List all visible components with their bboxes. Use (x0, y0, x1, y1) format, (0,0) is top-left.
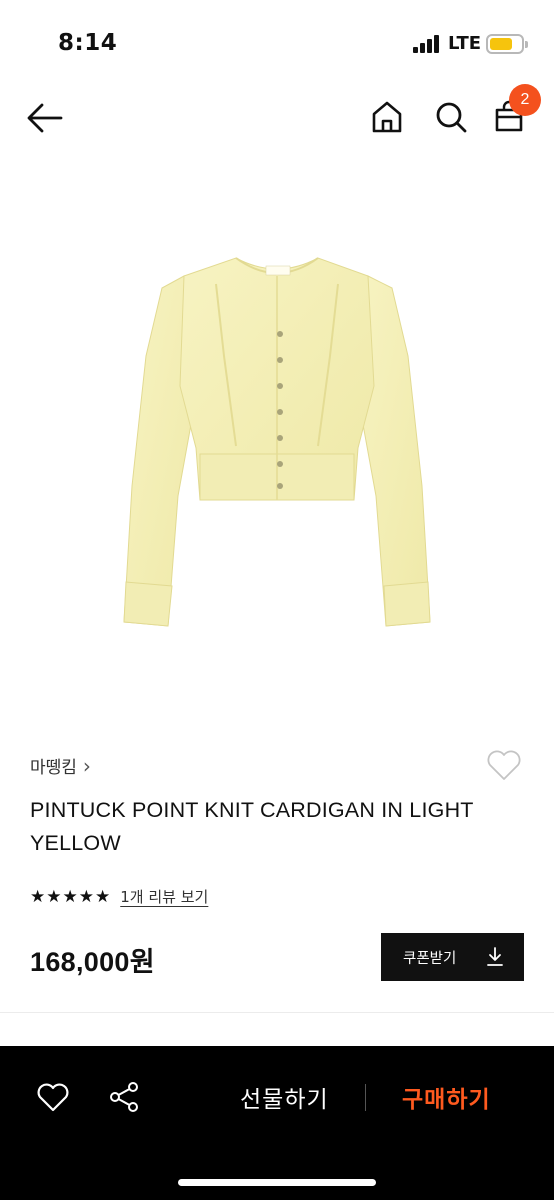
wishlist-button[interactable] (485, 748, 523, 786)
rating-row: ★ ★ ★ ★ ★ 1개 리뷰 보기 (30, 886, 208, 907)
back-button[interactable] (26, 101, 64, 135)
download-icon (487, 947, 503, 966)
separator (365, 1084, 366, 1111)
chevron-right-icon: › (82, 753, 91, 778)
home-indicator (178, 1179, 376, 1186)
home-icon (372, 101, 402, 133)
arrow-left-icon (27, 103, 63, 133)
status-bar: 8:14 LTE (0, 0, 554, 88)
battery-icon (486, 34, 528, 54)
carrier-label: LTE (448, 33, 482, 54)
heart-icon (37, 1083, 69, 1112)
search-icon (436, 102, 467, 133)
signal-icon (413, 35, 443, 53)
bottom-wishlist-button[interactable] (36, 1082, 70, 1112)
heart-outline-icon (487, 750, 521, 780)
product-title: PINTUCK POINT KNIT CARDIGAN IN LIGHT YEL… (30, 798, 474, 855)
rating-stars: ★ ★ ★ ★ ★ (30, 887, 110, 907)
cardigan-image (123, 257, 431, 627)
review-link[interactable]: 1개 리뷰 보기 (120, 886, 208, 907)
brand-link[interactable]: 마뗑킴 › (30, 753, 91, 779)
product-price: 168,000원 (30, 947, 155, 977)
coupon-button[interactable]: 쿠폰받기 (381, 933, 524, 981)
home-button[interactable] (370, 100, 404, 134)
star-icon: ★ (62, 886, 78, 907)
gift-button[interactable]: 선물하기 (240, 1080, 329, 1114)
share-button[interactable] (107, 1080, 141, 1114)
status-time: 8:14 (58, 30, 118, 56)
star-icon: ★ (46, 886, 62, 907)
buy-button[interactable]: 구매하기 (402, 1080, 491, 1114)
bottom-action-bar: 선물하기 구매하기 (0, 1046, 554, 1200)
coupon-button-label: 쿠폰받기 (403, 950, 457, 967)
search-button[interactable] (434, 100, 468, 134)
cart-count-badge: 2 (509, 84, 541, 116)
brand-name: 마뗑킴 (30, 758, 77, 778)
share-icon (110, 1082, 138, 1112)
product-image[interactable] (96, 236, 458, 636)
divider (0, 1012, 554, 1013)
star-icon: ★ (30, 886, 46, 907)
star-icon: ★ (78, 886, 94, 907)
star-icon: ★ (95, 886, 111, 907)
